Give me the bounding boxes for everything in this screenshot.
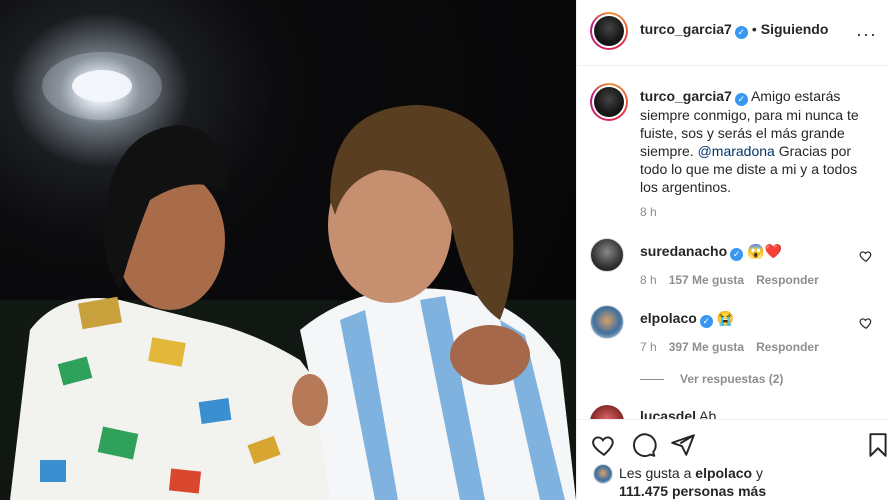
comment-body: suredanacho ✓ 😱❤️ [640,243,782,261]
verified-icon: ✓ [734,26,748,39]
follow-status-button[interactable]: Siguiendo [761,21,829,37]
verified-icon: ✓ [699,315,713,328]
comment-reply-button[interactable]: Responder [756,340,819,354]
comment-meta: 7 h 397 Me gusta Responder [640,340,831,354]
likes-suffix: y [755,465,763,481]
author-avatar[interactable] [590,12,628,50]
caption-username[interactable]: turco_garcia7 [640,88,732,104]
author-username[interactable]: turco_garcia7 [640,21,732,37]
comment-avatar[interactable] [590,405,624,419]
verified-icon: ✓ [734,93,748,106]
caption-avatar[interactable] [590,83,628,121]
comment-time[interactable]: 7 h [640,340,657,354]
verified-icon: ✓ [730,248,744,261]
comment-like-heart-icon[interactable] [859,249,873,263]
likes-prefix: Les gusta a [619,465,692,481]
bookmark-icon[interactable] [865,432,888,458]
likes-count-link[interactable]: 111.475 personas más [619,483,766,499]
photo-illustration [0,52,576,500]
comment-body: lucasdel Ab [640,408,716,419]
likes-user-link[interactable]: elpolaco [695,465,752,481]
liker-avatar[interactable] [593,464,613,484]
comment-icon[interactable] [631,432,657,458]
heart-icon[interactable] [591,432,617,458]
comment-emoji: 😱❤️ [747,243,782,259]
comment-like-heart-icon[interactable] [859,316,873,330]
comment-body: elpolaco ✓ 😭 [640,310,734,328]
comment-username[interactable]: suredanacho [640,243,727,259]
likes-summary: Les gusta a elpolaco y 111.475 personas … [619,464,766,500]
comment-time[interactable]: 8 h [640,273,657,287]
replies-line [640,379,664,381]
separator-dot: • [751,21,757,37]
comment-avatar[interactable] [590,238,624,272]
comment-text: Ab [699,408,717,419]
post-caption: turco_garcia7 ✓ Amigo estarás siempre con… [640,87,872,196]
view-replies-button[interactable]: Ver respuestas (2) [640,372,783,386]
view-replies-label: Ver respuestas (2) [680,372,784,386]
caption-time[interactable]: 8 h [640,205,657,219]
comment-username[interactable]: lucasdel [640,408,696,419]
post-side-panel: turco_garcia7 ✓ • Siguiendo ··· turco_garci… [576,0,888,500]
post-actions: Les gusta a elpolaco y 111.475 personas … [577,419,888,500]
header-info: turco_garcia7 ✓ • Siguiendo [640,21,828,39]
comment-likes[interactable]: 397 Me gusta [669,340,744,354]
caption-mention-link[interactable]: @maradona [698,143,775,159]
comment-likes[interactable]: 157 Me gusta [669,273,744,287]
comment-username[interactable]: elpolaco [640,310,697,326]
comments-section[interactable]: turco_garcia7 ✓ Amigo estarás siempre con… [577,67,888,419]
share-icon[interactable] [670,432,696,458]
more-options-icon[interactable]: ··· [856,24,877,45]
comment-emoji: 😭 [716,310,735,326]
comment-avatar[interactable] [590,305,624,339]
comment-reply-button[interactable]: Responder [756,273,819,287]
comment-meta: 8 h 157 Me gusta Responder [640,273,831,287]
post-photo[interactable] [0,0,576,500]
post-header: turco_garcia7 ✓ • Siguiendo ··· [577,0,888,66]
